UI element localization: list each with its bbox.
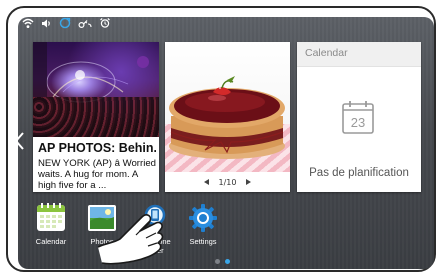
calendar-empty-text: Pas de planification: [309, 167, 409, 179]
calendar-header: Calendar: [297, 42, 421, 67]
svg-text:23: 23: [351, 115, 365, 130]
settings-app-icon[interactable]: [188, 203, 218, 233]
chevron-left-icon[interactable]: [14, 131, 26, 151]
news-widget[interactable]: AP PHOTOS: Behin... NEW YORK (AP) â Worr…: [33, 42, 159, 192]
page-dot-active: [225, 259, 230, 264]
status-bar: [22, 15, 111, 31]
tart-photo: [169, 76, 285, 159]
calendar-icon: 23: [341, 99, 375, 135]
wifi-icon: [22, 14, 34, 33]
key-sync-icon: [78, 14, 92, 33]
alarm-icon: [99, 14, 111, 33]
next-photo-icon[interactable]: [246, 179, 252, 185]
tap-hand-icon: [97, 214, 164, 265]
photo-widget[interactable]: 1/10: [165, 42, 290, 192]
news-title[interactable]: AP PHOTOS: Behin...: [38, 141, 156, 155]
dock-label-settings: Settings: [189, 237, 217, 246]
calendar-widget[interactable]: Calendar 23 Pas de planification: [297, 42, 421, 192]
dock-label-calendar: Calendar: [35, 237, 67, 246]
page-dot: [215, 259, 220, 264]
sync-icon: [59, 14, 71, 33]
calendar-title: Calendar: [305, 47, 348, 59]
calendar-app-icon[interactable]: [36, 203, 66, 233]
dock-item-calendar[interactable]: Calendar: [28, 203, 74, 246]
photo-pager: 1/10: [165, 172, 290, 192]
pager-text: 1/10: [218, 177, 237, 187]
previous-photo-icon[interactable]: [203, 179, 209, 185]
volume-icon: [41, 14, 52, 33]
dock-item-settings[interactable]: Settings: [180, 203, 226, 246]
news-photo: [33, 42, 159, 137]
page-indicator: [215, 259, 230, 264]
news-body: NEW YORK (AP) â Worried waits. A hug for…: [38, 158, 156, 191]
